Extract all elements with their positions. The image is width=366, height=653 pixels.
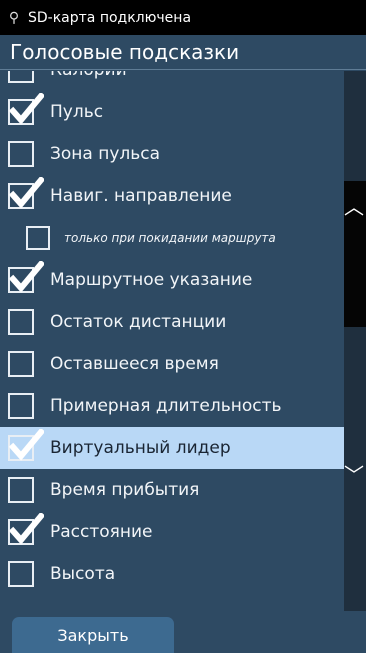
checkbox[interactable] [8,309,34,335]
checkmark-icon [8,177,44,209]
list-item[interactable]: Время прибытия [0,469,344,511]
checkbox-checked[interactable] [8,93,44,125]
list-item-label: Маршрутное указание [50,270,253,290]
list-item-label: Оставшееся время [50,354,219,374]
list-item-label: Остаток дистанции [50,312,227,332]
list-item-label: Примерная длительность [50,396,282,416]
list-item[interactable]: Зона пульса [0,133,344,175]
list-item-label: только при покидании маршрута [64,231,276,245]
list-item-label: Виртуальный лидер [50,438,231,458]
list-item-label: Высота [50,564,116,584]
chevron-up-icon[interactable]: ︿ [341,197,366,217]
checkbox-checked[interactable] [8,513,44,545]
list-item[interactable]: Примерная длительность [0,385,344,427]
checkbox[interactable] [8,351,34,377]
checkbox-checked[interactable] [8,177,44,209]
checkmark-icon [8,261,44,293]
status-bar: ⚲ SD-карта подключена [0,0,366,35]
title-bar: Голосовые подсказки [0,35,366,70]
list-item-label: Зона пульса [50,144,161,164]
checkbox[interactable] [8,141,34,167]
list-item[interactable]: Пульс [0,91,344,133]
list-item[interactable]: Расстояние [0,511,344,553]
list-item-label: Время прибытия [50,480,200,500]
page-title: Голосовые подсказки [10,40,240,64]
list-item-label: Калории [50,71,127,80]
checkbox[interactable] [8,477,34,503]
list-item-label: Расстояние [50,522,153,542]
checkbox[interactable] [8,561,34,587]
status-text: SD-карта подключена [28,9,192,26]
bottom-bar: Закрыть [0,611,366,653]
scrollbar[interactable] [344,71,366,611]
list-item-label: Пульс [50,102,104,122]
checkbox[interactable] [8,393,34,419]
list-item[interactable]: Маршрутное указание [0,259,344,301]
checkbox[interactable] [26,226,50,250]
list-item[interactable]: только при покидании маршрута [0,217,344,259]
list-item[interactable]: Высота [0,553,344,595]
voice-prompts-list[interactable]: Калории Пульс Зона пульса Навиг. направлени… [0,71,344,611]
checkbox-checked[interactable] [8,429,44,461]
list-item[interactable]: Оставшееся время [0,343,344,385]
list-item[interactable]: Навиг. направление [0,175,344,217]
checkmark-icon [8,429,44,461]
list-item[interactable]: Виртуальный лидер [0,427,344,469]
list-item[interactable]: Остаток дистанции [0,301,344,343]
chevron-down-icon[interactable]: ﹀ [341,465,366,485]
list-item[interactable]: Калории [0,71,344,91]
checkmark-icon [8,93,44,125]
usb-icon: ⚲ [8,9,20,26]
close-button[interactable]: Закрыть [12,617,174,653]
list-item-label: Навиг. направление [50,186,232,206]
checkbox-checked[interactable] [8,261,44,293]
checkmark-icon [8,513,44,545]
checkbox[interactable] [8,71,34,83]
